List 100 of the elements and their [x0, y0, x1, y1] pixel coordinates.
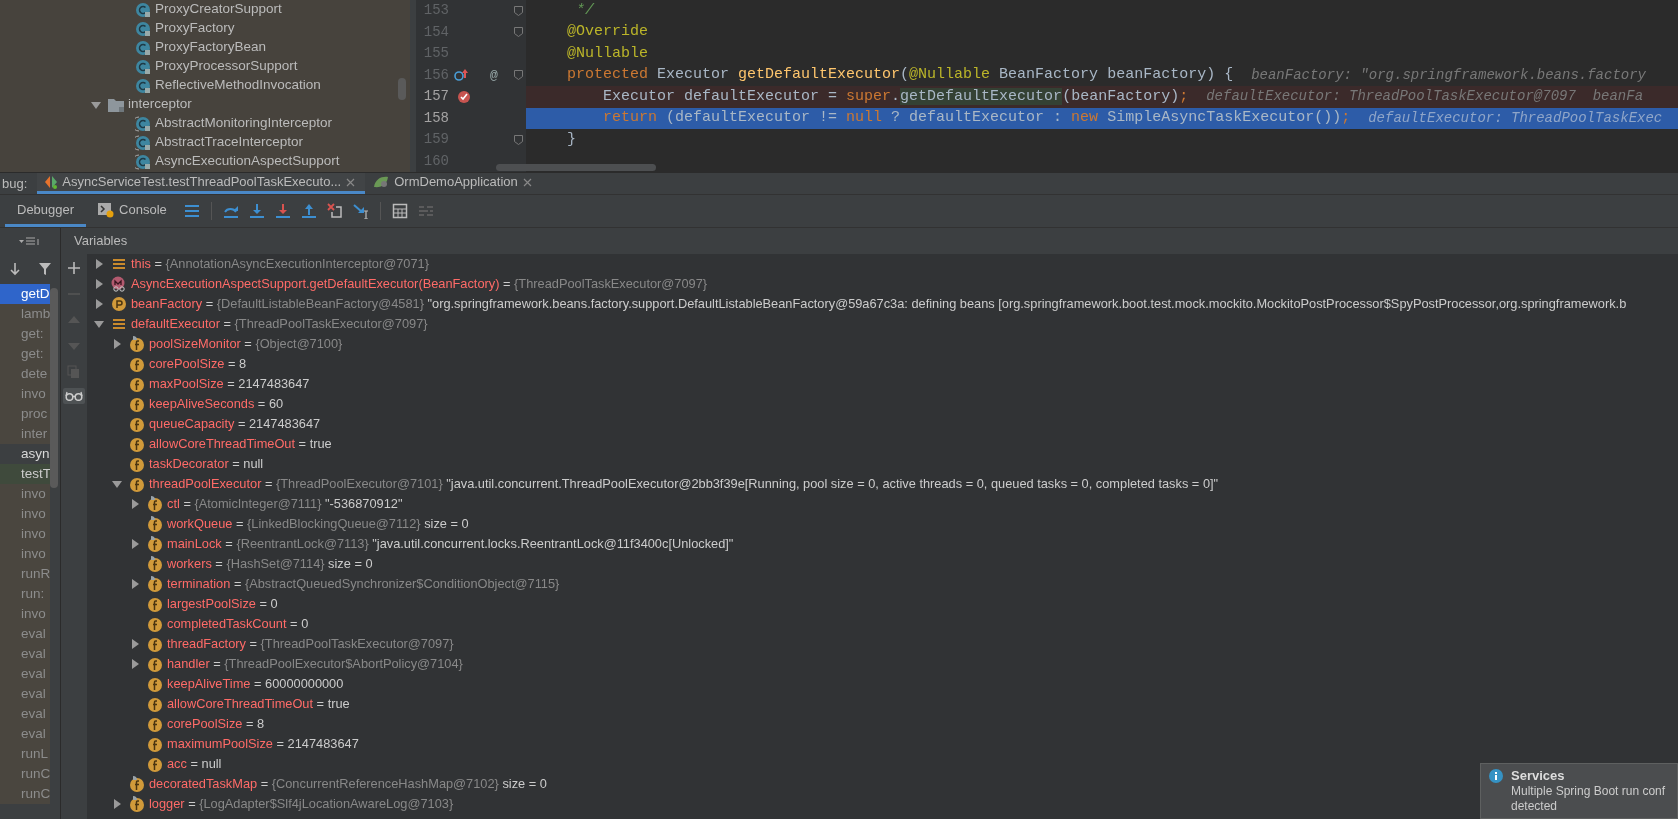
class-icon — [135, 58, 151, 75]
code-line: */ — [575, 0, 594, 21]
scrollbar[interactable] — [398, 78, 406, 100]
class-label[interactable]: ProxyFactoryBean — [155, 37, 267, 58]
filter-icon[interactable] — [37, 262, 52, 276]
expand-arrow-icon[interactable] — [130, 499, 140, 509]
stack-frame[interactable]: testT — [0, 464, 50, 484]
expand-arrow-icon[interactable] — [130, 579, 140, 589]
parameter-icon — [111, 296, 127, 312]
class-label[interactable]: AbstractMonitoringInterceptor — [155, 113, 333, 134]
calculator-icon[interactable] — [391, 203, 408, 219]
expand-arrow-icon[interactable] — [112, 479, 122, 489]
expand-arrow-icon[interactable] — [130, 539, 140, 549]
diagonal-arrow-icon[interactable] — [352, 203, 369, 219]
stack-frame[interactable]: eval — [0, 724, 50, 744]
variable-entry[interactable]: queueCapacity = 2147483647 — [149, 414, 321, 434]
variable-entry[interactable]: threadPoolExecutor = {ThreadPoolExecutor@7101} "java.util.concurrent.ThreadPoolExecutor@2bb3f39e[Running, pool size = 0, active threads = 0, queued tasks = 0, completed tasks = 0]" — [149, 474, 1219, 494]
scrollbar[interactable] — [496, 164, 656, 171]
debug-session-tab[interactable]: OrmDemoApplication — [365, 173, 542, 194]
variable-entry[interactable]: handler = {ThreadPoolExecutor$AbortPolicy@7104} — [167, 654, 463, 674]
class-label[interactable]: AsyncExecutionAspectSupport — [155, 151, 340, 172]
variable-entry[interactable]: defaultExecutor = {ThreadPoolTaskExecutor@7097} — [131, 314, 428, 334]
stack-frame[interactable]: get: — [0, 324, 50, 344]
fold-marker-icon[interactable] — [514, 5, 523, 16]
expand-arrow-icon[interactable] — [112, 339, 122, 349]
variable-entry[interactable]: acc = null — [167, 754, 222, 774]
expand-arrow-icon[interactable] — [130, 659, 140, 669]
variable-entry[interactable]: completedTaskCount = 0 — [167, 614, 309, 634]
variable-entry[interactable]: AsyncExecutionAspectSupport.getDefaultExecutor(BeanFactory) = {ThreadPoolTaskExecutor@7097} — [131, 274, 708, 294]
expand-arrow-icon[interactable] — [94, 279, 104, 289]
variable-entry[interactable]: decoratedTaskMap = {ConcurrentReferenceHashMap@7102} size = 0 — [149, 774, 547, 794]
variable-entry[interactable]: largestPoolSize = 0 — [167, 594, 278, 614]
down-arrow-icon[interactable] — [274, 203, 291, 219]
stack-frame[interactable]: eval — [0, 664, 50, 684]
debug-session-tab[interactable]: AsyncServiceTest.testThreadPoolTaskExecuto... — [37, 173, 366, 194]
annotation-mark[interactable]: @ — [490, 65, 498, 85]
close-icon[interactable] — [346, 177, 356, 187]
scrollbar[interactable] — [50, 288, 58, 488]
stack-frame[interactable]: eval — [0, 704, 50, 724]
stack-frame[interactable]: get: — [0, 344, 50, 364]
expand-arrow-icon[interactable] — [112, 799, 122, 809]
down-arrow-icon[interactable] — [248, 203, 265, 219]
breakpoint-icon[interactable] — [457, 89, 471, 104]
variable-entry[interactable]: this = {AnnotationAsyncExecutionInterceptor@7071} — [131, 254, 429, 274]
variable-entry[interactable]: keepAliveSeconds = 60 — [149, 394, 284, 414]
add-icon[interactable] — [67, 261, 81, 275]
panel-title: Variables — [74, 232, 128, 251]
stack-frame[interactable]: lamb — [0, 304, 50, 324]
close-icon[interactable] — [522, 177, 532, 187]
variable-entry[interactable]: logger = {LogAdapter$Slf4jLocationAwareLog@7103} — [149, 794, 454, 814]
class-label[interactable]: ProxyFactory — [155, 18, 235, 39]
fold-marker-icon[interactable] — [514, 27, 523, 38]
view-tab[interactable]: Console — [86, 195, 179, 227]
variable-entry[interactable]: workers = {HashSet@7114} size = 0 — [167, 554, 373, 574]
fold-marker-icon[interactable] — [514, 70, 523, 81]
variable-entry[interactable]: allowCoreThreadTimeOut = true — [167, 694, 350, 714]
expand-arrow-icon[interactable] — [91, 99, 101, 110]
variable-entry[interactable]: maximumPoolSize = 2147483647 — [167, 734, 359, 754]
stack-frame[interactable]: getD — [0, 284, 50, 304]
variable-entry[interactable]: corePoolSize = 8 — [149, 354, 247, 374]
variable-icon — [113, 318, 125, 330]
fold-marker-icon[interactable] — [514, 134, 523, 145]
abstract-class-icon — [135, 134, 151, 151]
variable-entry[interactable]: keepAliveTime = 60000000000 — [167, 674, 344, 694]
stack-frame[interactable]: eval — [0, 624, 50, 644]
menu-icon[interactable] — [183, 203, 200, 219]
class-label[interactable]: ReflectiveMethodInvocation — [155, 75, 321, 96]
glasses-icon[interactable] — [65, 391, 83, 401]
variable-entry[interactable]: workQueue = {LinkedBlockingQueue@7112} size = 0 — [167, 514, 469, 534]
variable-entry[interactable]: beanFactory = {DefaultListableBeanFactory@4581} "org.springframework.beans.factory.support.DefaultListableBeanFactory@59a67c3a: defining beans [org.springframework.boot.test.mock.mockito.MockitoPostProcessor$SpyPostProcessor,org.springframework.b — [131, 294, 1627, 314]
stack-frame[interactable]: eval — [0, 684, 50, 704]
folder-label[interactable]: interceptor — [128, 94, 192, 115]
class-label[interactable]: ProxyProcessorSupport — [155, 56, 298, 77]
stack-frame[interactable]: proc — [0, 404, 50, 424]
expand-arrow-icon[interactable] — [94, 319, 104, 329]
variable-entry[interactable]: ctl = {AtomicInteger@7111} "-536870912" — [167, 494, 403, 514]
variable-entry[interactable]: maxPoolSize = 2147483647 — [149, 374, 310, 394]
expand-arrow-icon[interactable] — [94, 259, 104, 269]
class-icon — [135, 77, 151, 94]
code-line: @Override — [566, 22, 649, 42]
stack-frame[interactable]: eval — [0, 644, 50, 664]
class-label[interactable]: ProxyCreatorSupport — [155, 0, 282, 20]
expand-arrow-icon[interactable] — [94, 299, 104, 309]
variable-entry[interactable]: poolSizeMonitor = {Object@7100} — [149, 334, 343, 354]
up-arrow-icon[interactable] — [300, 203, 317, 219]
line-number: 158 — [422, 108, 449, 128]
variable-entry[interactable]: mainLock = {ReentrantLock@7113} "java.util.concurrent.locks.ReentrantLock@11f3400c[Unlocked]" — [167, 534, 734, 554]
stack-frame[interactable]: asyn — [0, 444, 50, 464]
expand-arrow-icon[interactable] — [130, 639, 140, 649]
override-icon[interactable] — [454, 68, 468, 83]
run-test-icon — [45, 175, 58, 189]
variable-entry[interactable]: corePoolSize = 8 — [167, 714, 265, 734]
thread-selector-icon[interactable] — [19, 236, 41, 246]
down-arrow-icon[interactable] — [8, 262, 21, 276]
cross-frame-icon[interactable] — [326, 203, 343, 219]
variable-entry[interactable]: allowCoreThreadTimeOut = true — [149, 434, 332, 454]
variable-entry[interactable]: threadFactory = {ThreadPoolTaskExecutor@7097} — [167, 634, 454, 654]
variable-entry[interactable]: taskDecorator = null — [149, 454, 264, 474]
class-label[interactable]: AbstractTraceInterceptor — [155, 132, 304, 153]
variable-entry[interactable]: termination = {AbstractQueuedSynchronizer$ConditionObject@7115} — [167, 574, 560, 594]
